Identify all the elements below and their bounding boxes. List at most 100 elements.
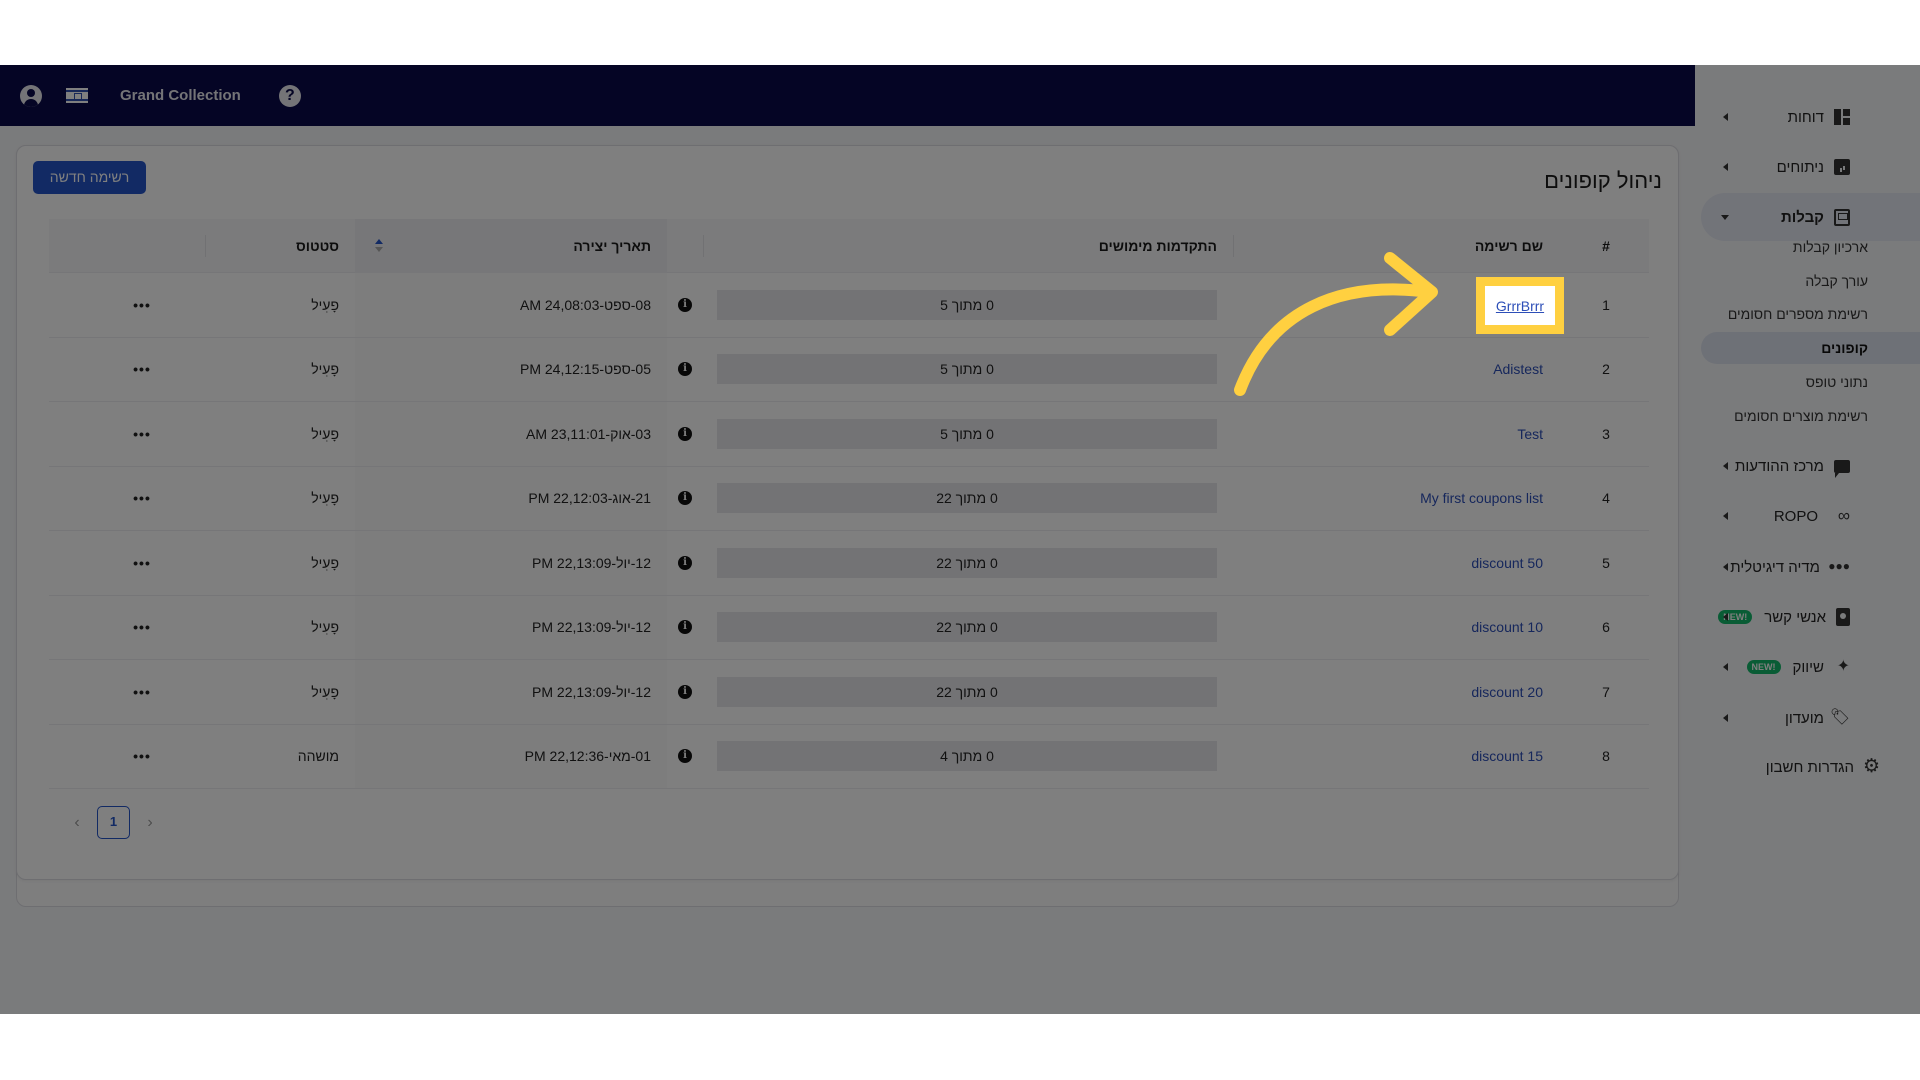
row-progress-cell: 0 מתוך 22 (703, 596, 1233, 660)
row-status: פָעִיל (311, 683, 339, 700)
list-name-link[interactable]: discount 10 (1471, 619, 1543, 635)
sidebar-subitem-receipt-archive[interactable]: ארכיון קבלות (1701, 232, 1920, 262)
row-name-cell: My first coupons list (1233, 467, 1563, 531)
sidebar-item-reports[interactable]: דוחות (1701, 93, 1920, 141)
info-icon[interactable]: i (678, 362, 692, 377)
pagination-next-icon[interactable]: › (130, 814, 170, 832)
info-icon[interactable]: i (678, 555, 692, 570)
row-progress-cell: 0 מתוך 22 (703, 531, 1233, 595)
pagination-prev-icon[interactable]: ‹ (57, 814, 97, 832)
progress-text: 0 מתוך 22 (936, 490, 998, 507)
more-actions-icon[interactable]: ••• (133, 490, 151, 506)
row-progress-cell: 0 מתוך 5 (703, 273, 1233, 337)
sort-icon[interactable] (374, 238, 384, 254)
column-header-created[interactable]: תאריך יצירה (403, 218, 667, 273)
more-actions-icon[interactable]: ••• (133, 619, 151, 635)
row-name-cell: Adistest (1233, 338, 1563, 402)
row-name-cell: discount 15 (1233, 725, 1563, 789)
row-created-date: 01-מאי-22,12:36 PM (403, 724, 667, 788)
pagination-page-1[interactable]: 1 (97, 806, 130, 839)
row-status: פָעִיל (311, 296, 339, 313)
new-badge: NEW! (1746, 660, 1781, 674)
new-list-button[interactable]: רשימה חדשה (33, 161, 146, 194)
more-actions-icon[interactable]: ••• (133, 748, 151, 764)
user-icon[interactable] (20, 84, 42, 107)
row-created-date: 21-אוג-22,12:03 PM (403, 466, 667, 530)
sidebar-item-club[interactable]: 🏷 מועדון (1701, 694, 1920, 742)
sidebar-subitem-receipt-editor[interactable]: עורך קבלה (1701, 266, 1920, 296)
column-header-progress[interactable]: התקדמות מימושים (703, 219, 1233, 273)
redemption-progress-bar: 0 מתוך 5 (717, 289, 1217, 320)
column-header-name[interactable]: שם רשימה (1233, 219, 1563, 273)
info-icon[interactable]: i (678, 684, 692, 699)
row-progress-cell: 0 מתוך 22 (703, 660, 1233, 724)
sidebar-item-ropo[interactable]: ∞ ROPO (1701, 492, 1920, 540)
progress-text: 0 מתוך 22 (936, 619, 998, 636)
more-actions-icon[interactable]: ••• (133, 297, 151, 313)
more-actions-icon[interactable]: ••• (133, 426, 151, 442)
created-date-text: 12-יול-22,13:09 PM (532, 619, 651, 636)
redemption-progress-bar: 0 מתוך 22 (717, 547, 1217, 578)
row-sort-spacer (355, 724, 403, 788)
sidebar-subitem-blocked-numbers[interactable]: רשימת מספרים חסומים (1701, 299, 1920, 329)
sidebar-item-analytics[interactable]: ניתוחים (1701, 143, 1920, 191)
sidebar-subitem-blocked-products[interactable]: רשימת מוצרים חסומים (1701, 401, 1920, 431)
info-icon[interactable]: i (678, 297, 692, 312)
caret-down-icon (1721, 214, 1729, 220)
sidebar-item-label: מועדון (1784, 709, 1824, 727)
israel-flag-icon[interactable] (66, 88, 88, 103)
row-number: 5 (1602, 554, 1610, 571)
info-icon[interactable]: i (678, 426, 692, 441)
table-row: 8 discount 15 0 מתוך 4 i 01-מאי-22,12:36… (49, 724, 1649, 789)
row-actions-cell: ••• (49, 273, 205, 337)
receipt-icon (1834, 208, 1850, 226)
sidebar-item-marketing[interactable]: ✦ שיווק NEW! (1701, 643, 1920, 691)
sidebar-item-digital-media[interactable]: ●●● מדיה דיגיטלית (1701, 543, 1920, 591)
sidebar: דוחות ניתוחים קבלות ארכיון קבלות עורך קב… (1695, 65, 1920, 1014)
sidebar-subitem-coupons[interactable]: קופונים (1701, 332, 1920, 364)
tag-icon: 🏷 (1829, 709, 1850, 726)
progress-text: 0 מתוך 4 (940, 748, 994, 765)
list-name-link[interactable]: discount 20 (1471, 684, 1543, 700)
list-name-link[interactable]: discount 50 (1471, 555, 1543, 571)
table-row: 1 GrrrBrrr 0 מתוך 5 i 08-ספט-24,08:03 AM… (49, 273, 1649, 338)
sidebar-item-contacts[interactable]: אנשי קשר NEW! (1701, 593, 1920, 641)
more-actions-icon[interactable]: ••• (133, 684, 151, 700)
info-icon[interactable]: i (678, 620, 692, 635)
sidebar-item-message-center[interactable]: מרכז ההודעות (1701, 442, 1920, 490)
top-bar: Grand Collection ? weezmo (0, 65, 1920, 126)
more-actions-icon[interactable]: ••• (133, 555, 151, 571)
row-number: 4 (1602, 490, 1610, 507)
row-sort-spacer (355, 531, 403, 595)
row-sort-spacer (355, 402, 403, 466)
highlighted-list-name-link[interactable]: GrrrBrrr (1496, 298, 1544, 314)
redemption-progress-bar: 0 מתוך 22 (717, 676, 1217, 707)
party-popper-icon: ✦ (1836, 658, 1850, 675)
info-icon[interactable]: i (678, 749, 692, 764)
list-name-link[interactable]: Adistest (1493, 361, 1543, 377)
caret-right-icon (1723, 462, 1728, 470)
sidebar-item-label: אנשי קשר (1764, 608, 1826, 626)
caret-right-icon (1723, 163, 1728, 171)
column-header-status[interactable]: סטטוס (205, 219, 355, 273)
table-row: 5 discount 50 0 מתוך 22 i 12-יול-22,13:0… (49, 531, 1649, 596)
sidebar-subitem-label: רשימת מוצרים חסומים (1734, 408, 1868, 424)
sidebar-subitem-form-data[interactable]: נתוני טופס (1701, 367, 1920, 397)
row-info-cell: i (667, 596, 703, 660)
list-name-link[interactable]: My first coupons list (1420, 490, 1543, 506)
list-name-link[interactable]: discount 15 (1471, 748, 1543, 764)
progress-text: 0 מתוך 22 (936, 554, 998, 571)
sidebar-item-label: הגדרות חשבון (1765, 758, 1854, 776)
info-icon[interactable]: i (678, 491, 692, 506)
sort-control[interactable] (355, 218, 403, 273)
row-info-cell: i (667, 467, 703, 531)
shop-name[interactable]: Grand Collection (120, 87, 241, 104)
row-created-date: 12-יול-22,13:09 PM (403, 595, 667, 659)
row-actions-cell: ••• (49, 338, 205, 402)
sidebar-item-label: ROPO (1773, 507, 1818, 525)
contact-card-icon (1836, 608, 1850, 626)
list-name-link[interactable]: Test (1517, 426, 1543, 442)
help-icon[interactable]: ? (278, 84, 301, 107)
sidebar-item-account-settings[interactable]: ⚙ הגדרות חשבון (1701, 743, 1920, 791)
more-actions-icon[interactable]: ••• (133, 361, 151, 377)
